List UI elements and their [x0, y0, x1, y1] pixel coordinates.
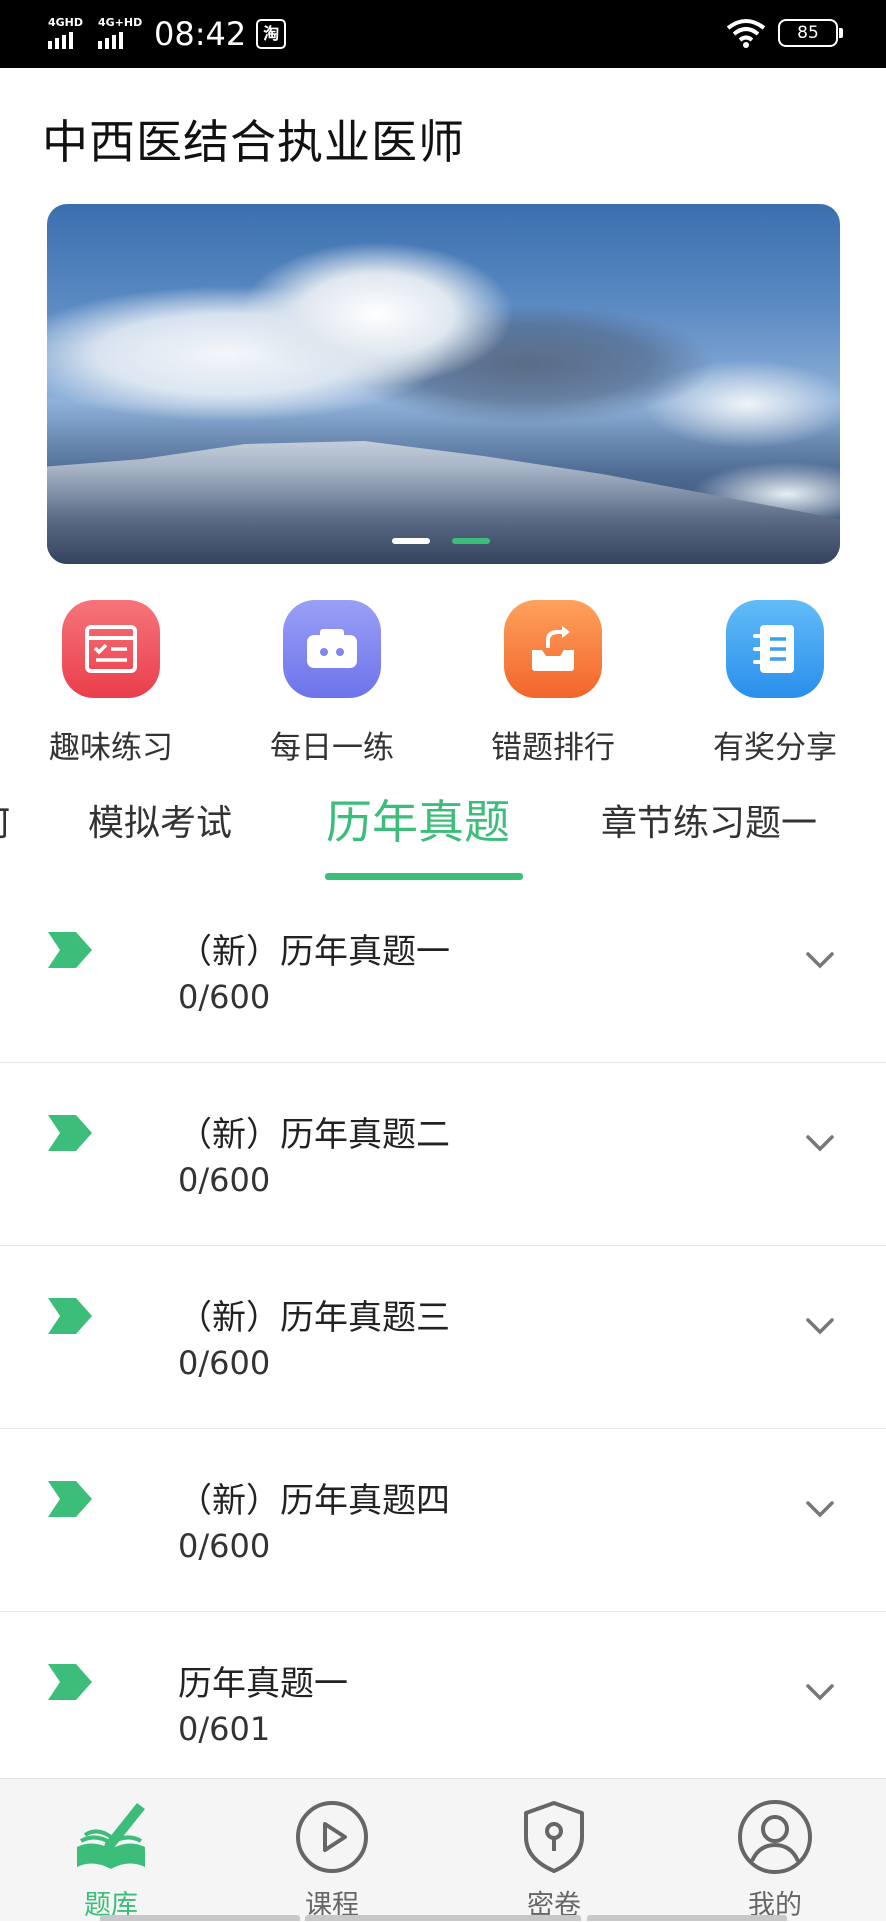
list-item[interactable]: （新）历年真题二 0/600: [0, 1063, 886, 1246]
carousel-dot[interactable]: [392, 538, 430, 544]
paper-list: （新）历年真题一 0/600 （新）历年真题二 0/600 （新）历年真题三 0…: [0, 880, 886, 1794]
list-item-title: 历年真题一: [178, 1664, 348, 1704]
battery-level: 85: [797, 23, 819, 43]
quick-nav-label: 趣味练习: [49, 730, 173, 766]
list-item-title: （新）历年真题三: [178, 1298, 450, 1338]
notebook-icon: [726, 600, 824, 698]
nav-profile[interactable]: 我的: [695, 1797, 855, 1922]
chevron-down-icon[interactable]: [800, 940, 840, 980]
tab-partial[interactable]: 何: [0, 794, 10, 846]
nav-question-bank[interactable]: 题库: [31, 1797, 191, 1922]
chevron-down-icon[interactable]: [800, 1123, 840, 1163]
tab-active-indicator: [325, 873, 523, 880]
arrow-flag-icon: [48, 1481, 92, 1517]
quick-nav-daily-practice[interactable]: 每日一练: [232, 600, 432, 767]
quick-nav: 趣味练习 每日一练 错题排行 有奖分享: [0, 600, 886, 766]
signal-2-icon: 4G+HD: [98, 17, 142, 51]
quick-nav-wrong-ranking[interactable]: 错题排行: [453, 600, 653, 767]
quick-nav-label: 每日一练: [270, 730, 394, 766]
banner-carousel[interactable]: [47, 204, 840, 564]
list-item[interactable]: 历年真题一 0/601: [0, 1612, 886, 1794]
quick-nav-label: 错题排行: [491, 730, 615, 766]
carousel-dots: [392, 538, 490, 544]
home-indicator: [100, 1915, 300, 1921]
list-item-title: （新）历年真题二: [178, 1115, 450, 1155]
list-item-title: （新）历年真题一: [178, 932, 450, 972]
calendar-box-icon: [283, 600, 381, 698]
play-circle-icon: [296, 1801, 368, 1873]
tab-chapter-practice[interactable]: 章节练习题一: [601, 794, 817, 846]
carousel-dot-active[interactable]: [452, 538, 490, 544]
chevron-down-icon[interactable]: [800, 1489, 840, 1529]
list-item-progress: 0/600: [178, 1161, 271, 1199]
home-indicator: [587, 1915, 787, 1921]
list-item-title: （新）历年真题四: [178, 1481, 450, 1521]
book-pen-icon: [77, 1803, 145, 1869]
page-title: 中西医结合执业医师: [42, 115, 465, 169]
list-item-progress: 0/600: [178, 978, 271, 1016]
list-item[interactable]: （新）历年真题一 0/600: [0, 880, 886, 1063]
network-type-2: 4G+HD: [98, 16, 143, 29]
arrow-flag-icon: [48, 1115, 92, 1151]
quick-nav-reward-share[interactable]: 有奖分享: [675, 600, 875, 767]
list-item[interactable]: （新）历年真题三 0/600: [0, 1246, 886, 1429]
arrow-flag-icon: [48, 932, 92, 968]
status-bar: 4GHD 4G+HD 08:42 淘 85: [0, 0, 886, 68]
user-circle-icon: [738, 1800, 812, 1874]
quiz-checklist-icon: [62, 600, 160, 698]
chevron-down-icon[interactable]: [800, 1672, 840, 1712]
list-item-progress: 0/600: [178, 1527, 271, 1565]
list-item-progress: 0/601: [178, 1710, 271, 1748]
signal-1-icon: 4GHD: [48, 17, 88, 51]
chevron-down-icon[interactable]: [800, 1306, 840, 1346]
quick-nav-label: 有奖分享: [713, 730, 837, 766]
arrow-flag-icon: [48, 1298, 92, 1334]
battery-indicator: 85: [778, 19, 843, 47]
home-indicator: [305, 1915, 581, 1921]
quick-nav-fun-practice[interactable]: 趣味练习: [11, 600, 211, 767]
wifi-icon: [726, 19, 766, 48]
bottom-nav: 题库 课程 密卷 我的: [0, 1778, 886, 1921]
status-time: 08:42: [154, 15, 247, 53]
tab-past-papers[interactable]: 历年真题: [326, 786, 510, 852]
taobao-badge: 淘: [256, 19, 287, 49]
list-item-progress: 0/600: [178, 1344, 271, 1382]
share-box-icon: [504, 600, 602, 698]
list-item[interactable]: （新）历年真题四 0/600: [0, 1429, 886, 1612]
nav-secret-papers[interactable]: 密卷: [474, 1797, 634, 1922]
network-type-1: 4GHD: [48, 16, 84, 29]
shield-lock-icon: [524, 1801, 584, 1873]
category-tabs: 何 模拟考试 历年真题 章节练习题一: [0, 780, 886, 880]
nav-courses[interactable]: 课程: [252, 1797, 412, 1922]
arrow-flag-icon: [48, 1664, 92, 1700]
tab-mock-exam[interactable]: 模拟考试: [88, 794, 232, 846]
